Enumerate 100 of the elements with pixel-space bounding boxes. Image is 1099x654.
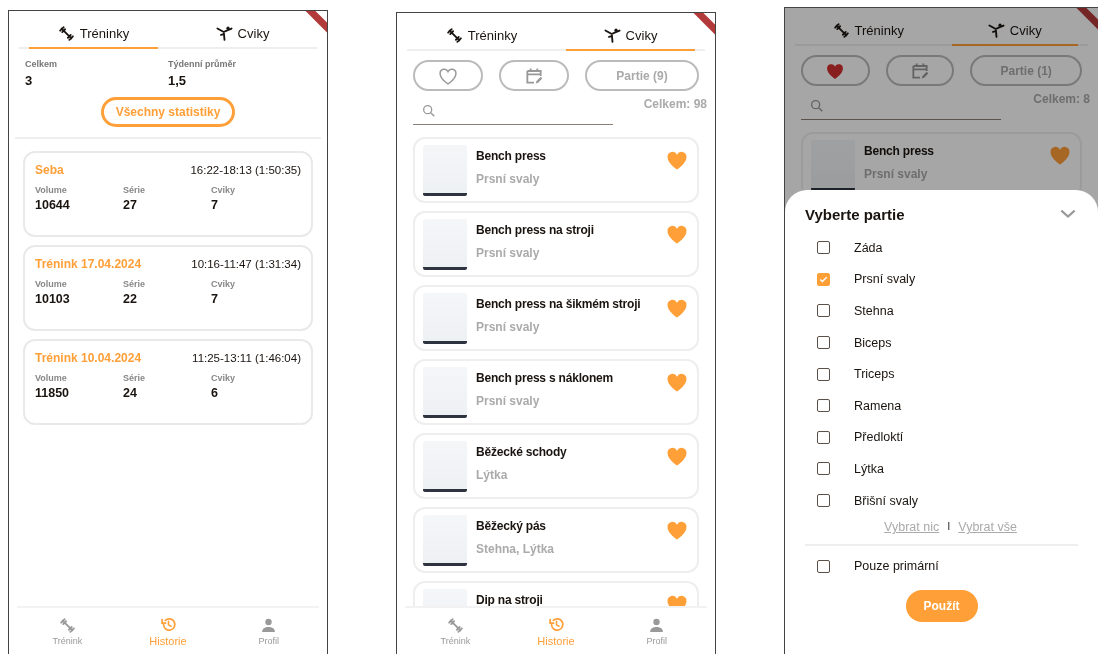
exercise-card[interactable]: Bench press na šikmém stroji Prsní svaly [413, 285, 699, 351]
exercise-name: Běžecký pás [476, 519, 547, 533]
checkbox[interactable] [817, 559, 830, 573]
muscle-groups: Stehna, Lýtka [476, 542, 656, 556]
favorites-filter-button[interactable] [413, 60, 483, 91]
option-label: Biceps [854, 335, 892, 350]
history-icon [159, 615, 177, 633]
muscle-groups: Prsní svaly [864, 167, 1039, 181]
exercise-card[interactable]: Bench press na stroji Prsní svaly [413, 211, 699, 277]
exercise-name: Běžecké schody [476, 445, 568, 459]
exercise-illustration [423, 366, 467, 418]
history-icon [547, 615, 565, 633]
dumbbell-icon [832, 21, 850, 39]
workout-title: Seba [35, 163, 64, 177]
date-filter-button[interactable] [885, 55, 955, 86]
tab[interactable]: Tréninky [417, 21, 546, 51]
tab[interactable]: Tréninky [29, 19, 158, 49]
kicking-figure-icon [215, 24, 233, 42]
checkbox[interactable] [817, 272, 830, 286]
total-count: Celkem: 98 [643, 97, 707, 111]
link-separator: I [947, 520, 951, 535]
metric-label: Volume [35, 373, 68, 383]
metric-value: 7 [211, 198, 219, 212]
checkbox[interactable] [817, 462, 830, 476]
muscle-groups: Prsní svaly [476, 394, 656, 408]
checkbox[interactable] [817, 430, 830, 444]
checkbox[interactable] [817, 336, 830, 350]
tab[interactable]: Cviky [566, 21, 695, 51]
kicking-figure-icon [987, 21, 1005, 39]
option-label: Lýtka [854, 461, 884, 476]
metric-value: 6 [211, 386, 219, 400]
muscle-groups: Prsní svaly [476, 246, 656, 260]
exercise-illustration [423, 440, 467, 492]
workout-card[interactable]: Seba 16:22-18:13 (1:50:35) Volume 10644 Série 27 Cviky 7 [23, 151, 313, 237]
workout-time: 10:16-11:47 (1:31:34) [191, 258, 301, 270]
workout-card[interactable]: Trénink 10.04.2024 11:25-13:11 (1:46:04) Volume 11850 Série 24 Cviky 6 [23, 339, 313, 425]
dumbbell-icon [445, 26, 463, 44]
tab[interactable]: Cviky [178, 19, 307, 49]
option-label: Triceps [854, 367, 895, 382]
metric-label: Cviky [211, 279, 237, 289]
option-label: Prsní svaly [854, 272, 916, 287]
option-label: Záda [854, 240, 883, 255]
metric-label: Volume [35, 279, 68, 289]
muscle-groups: Prsní svaly [476, 172, 656, 186]
person-icon [648, 616, 666, 634]
person-icon [260, 616, 278, 634]
search-icon [809, 97, 825, 114]
workout-time: 11:25-13:11 (1:46:04) [192, 352, 301, 364]
stat-label: Celkem [25, 59, 59, 69]
stat-value: 3 [25, 73, 34, 88]
metric-value: 10103 [35, 292, 71, 306]
kicking-figure-icon [603, 26, 621, 44]
metric-value: 10644 [35, 198, 71, 212]
checkbox[interactable] [817, 241, 830, 255]
exercise-card[interactable]: Dip na stroji [413, 581, 699, 606]
checkbox[interactable] [817, 399, 830, 413]
exercise-name: Dip na stroji [476, 593, 544, 606]
exercise-card[interactable]: Bench press Prsní svaly [413, 137, 699, 203]
exercise-name: Bench press na šikmém stroji [476, 297, 642, 311]
exercise-name: Bench press s náklonem [476, 371, 614, 385]
option-label: Pouze primární [854, 559, 939, 574]
exercise-illustration [423, 292, 467, 344]
exercise-name: Bench press [864, 144, 935, 158]
metric-value: 27 [123, 198, 138, 212]
metric-label: Volume [35, 185, 68, 195]
exercise-illustration [423, 218, 467, 270]
metric-value: 7 [211, 292, 219, 306]
exercise-illustration [423, 514, 467, 566]
checkbox[interactable] [817, 494, 830, 508]
tab[interactable]: Cviky [951, 16, 1078, 46]
option-label: Ramena [854, 398, 902, 413]
metric-value: 24 [123, 386, 138, 400]
total-count: Celkem: 8 [1033, 92, 1090, 106]
metric-value: 11850 [35, 386, 71, 400]
workout-time: 16:22-18:13 (1:50:35) [190, 164, 301, 176]
exercise-card[interactable]: Běžecký pás Stehna, Lýtka [413, 507, 699, 573]
heart-outline-icon [438, 65, 458, 86]
date-filter-button[interactable] [499, 60, 569, 91]
workout-title: Trénink 17.04.2024 [35, 257, 142, 271]
checkbox[interactable] [817, 304, 830, 318]
tab[interactable]: Tréninky [805, 16, 932, 46]
option-label: Předloktí [854, 430, 904, 445]
search-icon [421, 102, 437, 119]
metric-value: 22 [123, 292, 138, 306]
stat-value: 1,5 [168, 73, 188, 88]
metric-label: Série [123, 185, 147, 195]
exercise-card[interactable]: Běžecké schody Lýtka [413, 433, 699, 499]
workout-card[interactable]: Trénink 17.04.2024 10:16-11:47 (1:31:34) Volume 10103 Série 22 Cviky 7 [23, 245, 313, 331]
exercise-illustration [423, 144, 467, 196]
checkbox[interactable] [817, 367, 830, 381]
option-label: Stehna [854, 304, 894, 318]
exercise-card[interactable]: Bench press s náklonem Prsní svaly [413, 359, 699, 425]
exercise-illustration [811, 139, 855, 191]
favorites-filter-button[interactable] [801, 55, 870, 86]
dumbbell-icon [58, 616, 76, 634]
metric-label: Cviky [211, 373, 237, 383]
workout-title: Trénink 10.04.2024 [35, 351, 142, 365]
exercise-name: Bench press na stroji [476, 223, 595, 237]
metric-label: Série [123, 373, 147, 383]
muscle-groups: Prsní svaly [476, 320, 656, 334]
